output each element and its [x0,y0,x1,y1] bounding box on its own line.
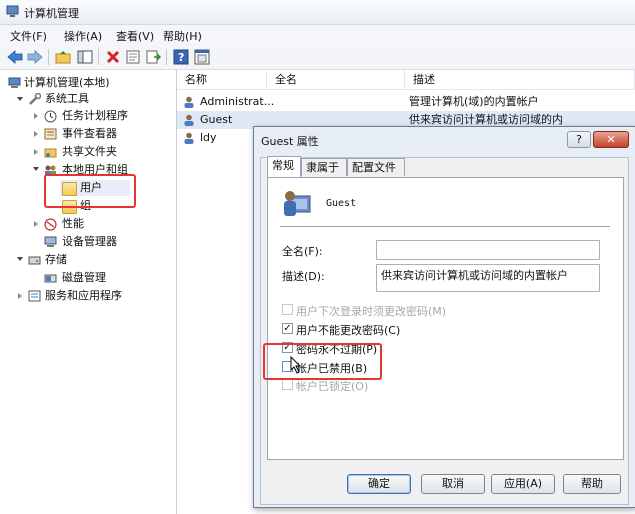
performance-icon [44,218,57,231]
tree-label: 事件查看器 [62,127,117,140]
services-icon [28,290,41,302]
cell-name: Guest [200,113,233,126]
tree-label: 磁盘管理 [62,271,106,284]
dialog-title: Guest 属性 [261,135,319,148]
computer-management-icon [6,5,19,18]
expand-arrow-icon[interactable] [33,167,39,171]
menu-help[interactable]: 帮助(H) [163,28,202,44]
help-button[interactable]: 帮助 [563,474,621,494]
tab-profile[interactable]: 配置文件 [347,158,405,176]
properties-icon[interactable] [124,48,142,66]
user-icon [183,96,195,108]
tree-label: 存储 [45,253,67,266]
dialog-close-button[interactable]: ✕ [593,131,629,148]
svg-text:?: ? [178,51,184,64]
user-avatar-icon [282,186,314,218]
collapse-arrow-icon[interactable] [18,293,22,299]
fullname-field[interactable] [376,240,600,260]
tree-label: 系统工具 [45,92,89,105]
expand-arrow-icon[interactable] [17,97,23,101]
console-icon[interactable] [193,48,211,66]
account-locked-checkbox[interactable] [282,379,293,390]
navigation-tree: 计算机管理(本地) 系统工具 任务计划程序 事件查看器 共享文件夹 本地用户和组 [0,70,177,514]
apply-button[interactable]: 应用(A) [491,474,555,494]
collapse-arrow-icon[interactable] [34,149,38,155]
show-tree-icon[interactable] [76,48,94,66]
checkbox-label: 用户不能更改密码(C) [296,324,401,337]
fullname-label: 全名(F): [282,245,323,258]
window-title-bar: 计算机管理 [0,0,635,25]
tree-label: 设备管理器 [62,235,117,248]
checkbox-label: 用户下次登录时须更改密码(M) [296,305,447,318]
tree-label: 任务计划程序 [62,109,128,122]
cell-name: Administrat... [200,95,275,108]
up-folder-icon[interactable] [54,48,72,66]
menu-file[interactable]: 文件(F) [10,28,47,44]
highlight-box [263,343,382,380]
cell-name: ldy [200,131,217,144]
highlight-box [44,174,136,208]
tree-label: 共享文件夹 [62,145,117,158]
tools-icon [28,92,42,105]
table-row[interactable]: Administrat... 管理计算机(域)的内置帐户 [177,93,635,111]
column-header-fullname[interactable]: 全名 [267,70,405,90]
general-tab-panel: Guest 全名(F): 描述(D): 供来宾访问计算机或访问域的内置帐户 用户… [267,177,624,460]
cancel-button[interactable]: 取消 [421,474,485,494]
tab-member-of[interactable]: 隶属于 [301,158,347,176]
user-icon [183,132,195,144]
dialog-help-button[interactable]: ? [567,131,591,148]
tree-label: 性能 [62,217,84,230]
toolbar-separator [98,49,99,65]
event-log-icon [44,128,57,140]
description-label: 描述(D): [282,270,325,283]
clock-icon [44,110,57,123]
back-arrow-icon[interactable] [6,48,24,66]
column-header-name[interactable]: 名称 [177,70,267,90]
tree-label: 计算机管理(本地) [24,76,110,89]
storage-icon [28,254,41,266]
checkbox-label: 帐户已锁定(O) [296,380,369,393]
dialog-body: 常规 隶属于 配置文件 Guest 全名(F): 描述(D): 供来宾访问计算机… [260,156,629,505]
cell-description: 管理计算机(域)的内置帐户 [409,95,539,108]
expand-arrow-icon[interactable] [17,257,23,261]
window-title: 计算机管理 [24,7,79,20]
divider [280,226,610,227]
menu-action[interactable]: 操作(A) [64,28,102,44]
must-change-password-checkbox[interactable] [282,304,293,315]
ok-button[interactable]: 确定 [347,474,411,494]
column-header-description[interactable]: 描述 [405,70,635,90]
cannot-change-password-checkbox[interactable]: ✓ [282,323,293,334]
device-manager-icon [44,236,57,248]
collapse-arrow-icon[interactable] [34,221,38,227]
disk-icon [44,272,57,284]
help-icon[interactable]: ? [172,48,190,66]
menu-bar: 文件(F) 操作(A) 查看(V) 帮助(H) [0,25,635,45]
description-field[interactable]: 供来宾访问计算机或访问域的内置帐户 [376,264,600,292]
user-icon [183,114,195,126]
toolbar-separator [48,49,49,65]
tree-label: 服务和应用程序 [45,289,122,302]
user-name-label: Guest [326,198,357,209]
forward-arrow-icon[interactable] [26,48,44,66]
tab-general[interactable]: 常规 [267,156,301,177]
export-icon[interactable] [144,48,162,66]
menu-view[interactable]: 查看(V) [116,28,154,44]
computer-management-icon [8,77,21,89]
collapse-arrow-icon[interactable] [34,131,38,137]
shared-folder-icon [44,146,57,158]
delete-icon[interactable] [104,48,122,66]
guest-properties-dialog: Guest 属性 ? ✕ 常规 隶属于 配置文件 Guest 全名(F): 描述… [253,126,635,508]
toolbar-separator [166,49,167,65]
collapse-arrow-icon[interactable] [34,113,38,119]
toolbar: ? [0,45,635,70]
